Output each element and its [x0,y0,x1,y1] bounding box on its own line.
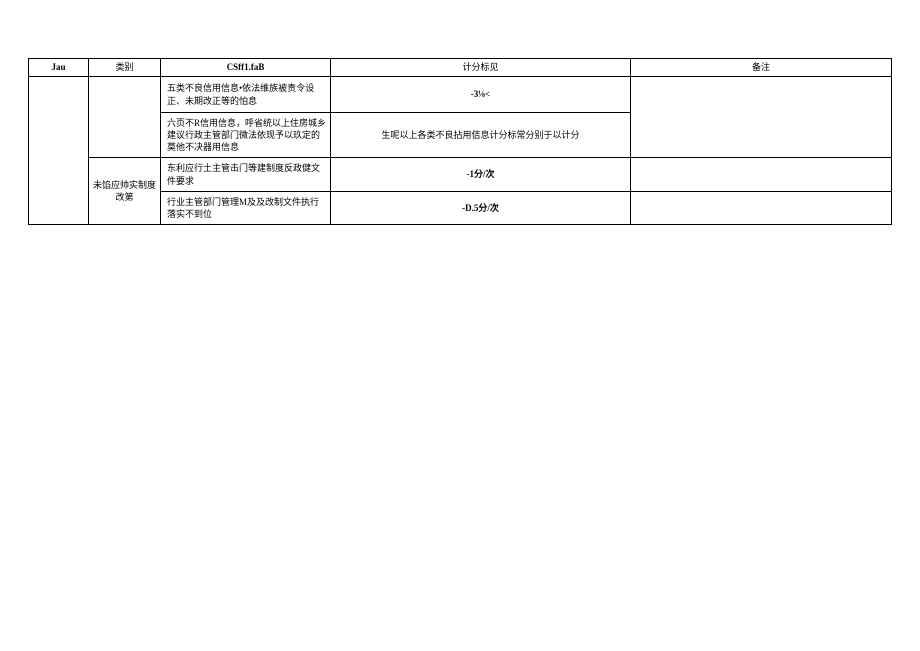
th-score-rule: 计分标见 [331,59,631,77]
table-row: 五类不良信用信息•依法维族被责令设正、未期改正等的怕息 -3⅛< [29,77,892,113]
th-category: 类别 [89,59,161,77]
th-note: 备注 [631,59,892,77]
cell-note-r1r2 [631,77,892,158]
cell-category-group: 未馅应帅实制度改第 [89,158,161,225]
cell-csff-r4: 行业主管部门管理M及及改制文件执行落实不到位 [161,191,331,224]
cell-score-r4: -D.5分/次 [331,191,631,224]
cell-score-r1: -3⅛< [331,77,631,113]
table-row: 未馅应帅实制度改第 东利应行土主管击门等建制度反政健文件要求 -1分/次 [29,158,892,191]
cell-note-r4 [631,191,892,224]
cell-score-r3: -1分/次 [331,158,631,191]
cell-category-empty [89,77,161,158]
cell-note-r3 [631,158,892,191]
cell-score-r2: 生呢以上各类不良拈用佶息计分标常分别于以计分 [331,113,631,158]
cell-jau-group [29,77,89,225]
th-jau: Jau [29,59,89,77]
cell-csff-r2: 六页不R信用信息，呼省统以上住房城乡建议行政主管部门微法依现予以玖定的莫他不决器… [161,113,331,158]
table-header-row: Jau 类别 CSff1.faB 计分标见 备注 [29,59,892,77]
scoring-table: Jau 类别 CSff1.faB 计分标见 备注 五类不良信用信息•依法维族被责… [28,58,892,225]
th-csff: CSff1.faB [161,59,331,77]
cell-csff-r3: 东利应行土主管击门等建制度反政健文件要求 [161,158,331,191]
cell-csff-r1: 五类不良信用信息•依法维族被责令设正、未期改正等的怕息 [161,77,331,113]
